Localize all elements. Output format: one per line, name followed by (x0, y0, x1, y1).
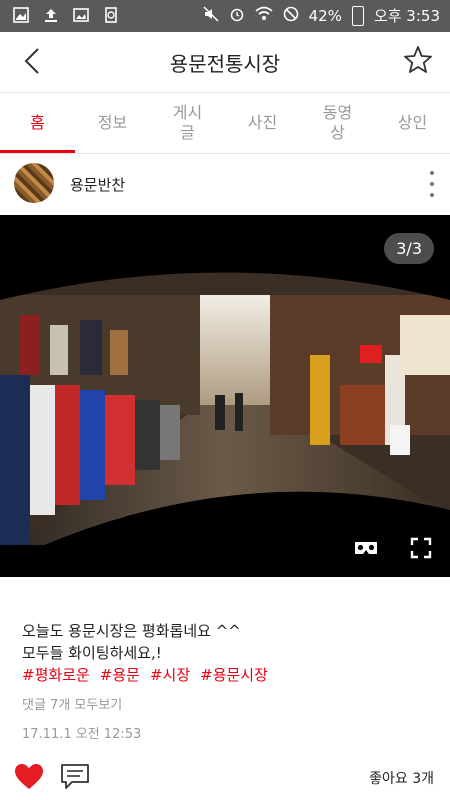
like-button[interactable] (14, 762, 44, 792)
more-options-button[interactable] (428, 171, 436, 197)
hashtag[interactable]: #시장 (150, 666, 190, 684)
wifi-icon (255, 6, 273, 26)
panorama-image (0, 272, 450, 545)
gallery-icon (12, 6, 30, 24)
mute-icon (203, 5, 219, 26)
hashtag-list: #평화로운 #용문 #시장 #용문시장 (22, 664, 432, 686)
post-caption: 오늘도 용문시장은 평화롭네요 ^^ 모두들 화이팅하세요,! #평화로운 #용문… (22, 620, 432, 686)
app-bar: 용문전통시장 (0, 32, 450, 93)
alarm-icon (229, 6, 245, 26)
status-bar: 42% 오후 3:53 (0, 0, 450, 32)
battery-icon (351, 5, 364, 26)
avatar[interactable] (14, 163, 54, 203)
tab-photos[interactable]: 사진 (225, 93, 300, 153)
comment-icon (61, 764, 89, 789)
media-counter: 3/3 (384, 233, 434, 264)
block-icon (283, 6, 299, 26)
view-all-comments-link[interactable]: 댓글 7개 모두보기 (22, 694, 122, 713)
fullscreen-icon (410, 537, 432, 559)
hashtag[interactable]: #용문 (100, 666, 140, 684)
battery-percent: 42% (308, 6, 342, 25)
page-title: 용문전통시장 (169, 52, 281, 76)
post-header: 용문반찬 (0, 157, 450, 213)
vr-headset-icon (355, 542, 377, 554)
post-actions: 좋아요 3개 (0, 760, 450, 800)
heart-icon (15, 764, 43, 789)
post-date: 17.11.1 오전 12:53 (22, 727, 142, 742)
clock: 오후 3:53 (373, 7, 440, 25)
tab-posts[interactable]: 게시 글 (150, 93, 225, 153)
like-count[interactable]: 좋아요 3개 (369, 768, 434, 788)
image-edit-icon (72, 6, 90, 24)
caption-line: 오늘도 용문시장은 평화롭네요 ^^ (22, 622, 241, 640)
fullscreen-button[interactable] (410, 537, 432, 559)
tab-merchants[interactable]: 상인 (375, 93, 450, 153)
tab-info[interactable]: 정보 (75, 93, 150, 153)
tab-home[interactable]: 홈 (0, 93, 75, 153)
upload-icon (42, 6, 60, 24)
comment-button[interactable] (60, 763, 90, 791)
more-vert-icon (430, 171, 434, 175)
favorite-button[interactable] (402, 44, 434, 76)
recycle-icon (102, 6, 120, 24)
vr-button[interactable] (353, 537, 379, 559)
hashtag[interactable]: #용문시장 (200, 666, 268, 684)
post-media[interactable]: 3/3 (0, 215, 450, 577)
star-icon (404, 46, 432, 73)
caption-line: 모두들 화이팅하세요,! (22, 644, 162, 662)
tab-bar: 홈 정보 게시 글 사진 동영 상 상인 (0, 93, 450, 154)
hashtag[interactable]: #평화로운 (22, 666, 90, 684)
tab-videos[interactable]: 동영 상 (300, 93, 375, 153)
post-author[interactable]: 용문반찬 (70, 174, 125, 195)
